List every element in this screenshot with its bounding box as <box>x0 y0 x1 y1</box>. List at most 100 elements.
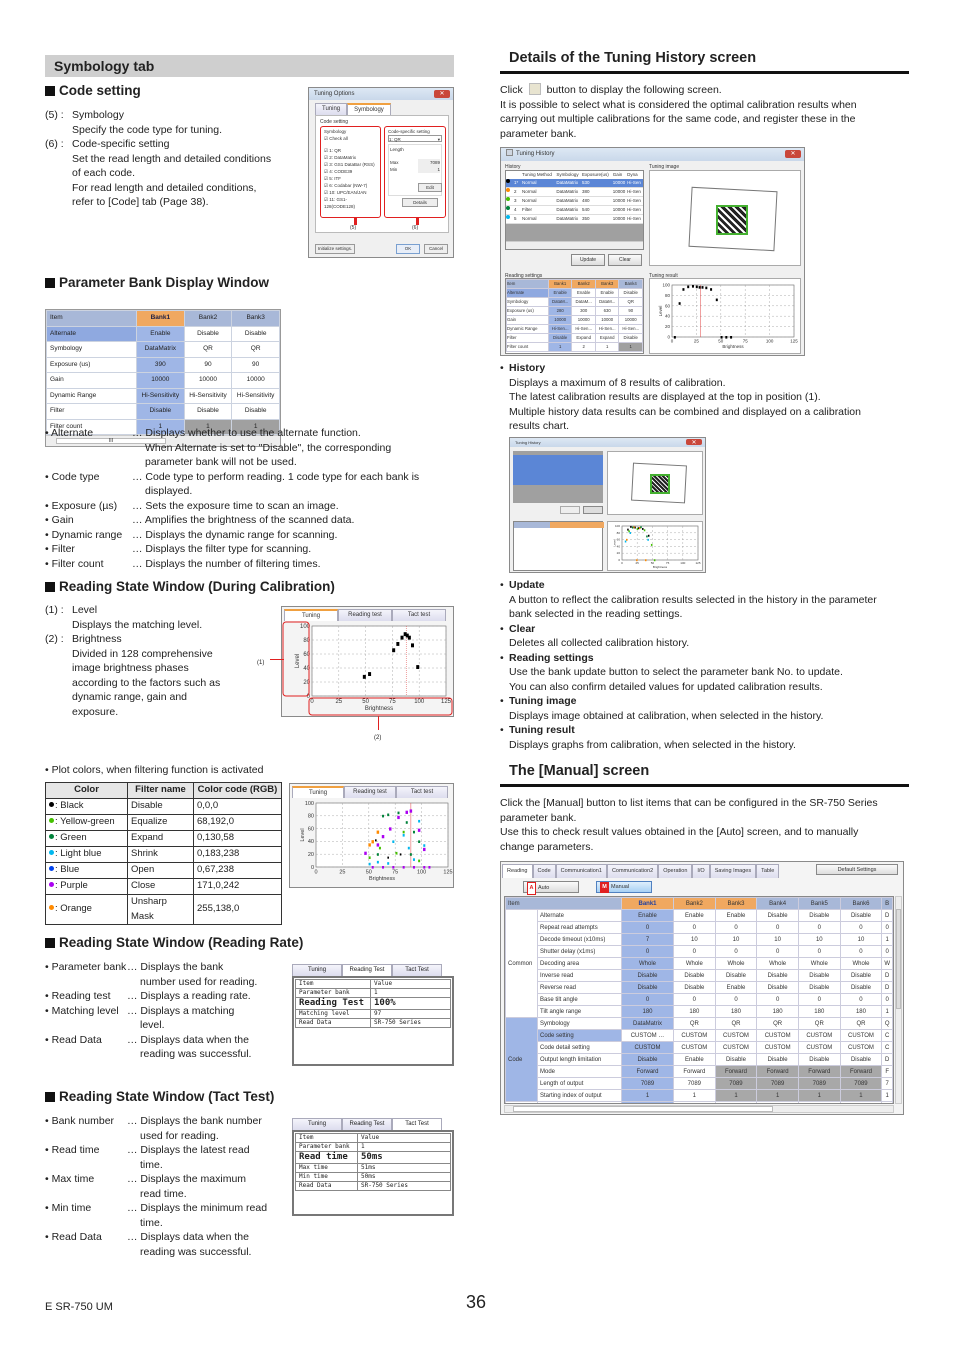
plot-area <box>671 284 795 338</box>
data-point <box>376 860 379 864</box>
plot-area <box>621 525 699 561</box>
close-icon[interactable]: ✕ <box>785 150 801 158</box>
tab-table[interactable]: Table <box>756 864 780 878</box>
y-tick-label: 20 <box>303 680 310 686</box>
data-point <box>682 288 685 291</box>
tab-i-o[interactable]: I/O <box>692 864 710 878</box>
x-tick-label: 25 <box>636 561 640 565</box>
check-all-checkbox[interactable]: ☑ Check all <box>324 135 377 142</box>
code-checkbox[interactable]: ☑ 1: QR <box>324 147 377 154</box>
data-point <box>647 538 649 541</box>
column-bank2[interactable]: Bank2 <box>673 897 716 910</box>
vertical-scrollbar[interactable] <box>895 896 902 1104</box>
tact-test-table: Item Value Parameter bank 1 Read time 50ms … <box>295 1133 451 1191</box>
data-point <box>678 302 681 305</box>
x-axis-label: Brightness <box>365 706 393 712</box>
horizontal-scrollbar[interactable] <box>506 241 643 249</box>
tab-communication2[interactable]: Communication2 <box>606 864 659 878</box>
column-bank1[interactable]: Bank1 <box>621 897 674 910</box>
data-point <box>405 821 408 824</box>
tab-reading[interactable]: Reading <box>502 864 533 878</box>
tab-operation[interactable]: Operation <box>658 864 693 878</box>
calibration-scatter-chart: 1008060402000 25 50 75 100 125LevelBrightness <box>282 621 453 716</box>
data-point <box>412 866 415 869</box>
tab-code[interactable]: Code <box>532 864 556 878</box>
auto-button[interactable]: A Auto <box>523 881 579 895</box>
square-bullet-icon <box>45 278 55 288</box>
tab-saving-images[interactable]: Saving Images <box>709 864 757 878</box>
tab-communication1[interactable]: Communication1 <box>555 864 607 878</box>
data-point <box>705 286 708 290</box>
history-row[interactable]: 1* Normal DataMatrix 530 10000 Hi-Sen <box>506 179 643 188</box>
code-checkbox[interactable]: ☑ 10: UPC/EAN/JAN <box>324 189 377 196</box>
color-dot-icon <box>49 866 54 872</box>
data-point <box>407 846 410 850</box>
data-point <box>628 530 630 533</box>
data-point <box>382 814 385 818</box>
data-point <box>402 866 405 869</box>
column-bank4[interactable]: Bank4 <box>756 897 799 910</box>
code-checkbox[interactable]: ☑ 5: ITF <box>324 175 377 182</box>
square-bullet-icon <box>45 1092 55 1102</box>
details-button[interactable]: Details <box>402 198 438 207</box>
y-tick-label: 80 <box>303 638 310 644</box>
tab-symbology[interactable]: Symbology <box>347 103 391 115</box>
history-color-dot-icon <box>506 206 510 210</box>
table-row: Code Symbology DataMatrix QR QR QR QR QR Q <box>505 1017 893 1102</box>
tab-tuning[interactable]: Tuning <box>315 103 348 115</box>
manual-button[interactable]: M Manual <box>596 881 652 893</box>
update-button[interactable]: Update <box>571 254 605 266</box>
heading-code-setting: Code setting <box>45 83 141 99</box>
x-axis-label: Brightness <box>653 565 668 569</box>
table-row: Alternate Enable Disable Disable <box>46 325 280 342</box>
code-checkbox[interactable]: ☑ 11: GS1-128(CODE128) <box>324 196 377 210</box>
manual-parameter-table: Item Bank1 Bank2 Bank3 Bank4 Bank5 Bank6 B Commo… <box>505 897 893 1103</box>
data-point <box>631 526 634 529</box>
table-row: Inverse read Disable Disable Disable Disable… <box>506 969 893 982</box>
min-length-field[interactable]: 1 <box>418 166 440 173</box>
ok-button[interactable]: OK <box>396 244 420 254</box>
column-bank6[interactable]: Bank6 <box>839 897 883 910</box>
table-row: : Black Disable 0,0,0 <box>45 798 282 815</box>
history-row[interactable]: 5 Normal DataMatrix 350 10000 Hi-Sen <box>506 214 643 224</box>
table-row: Length of output 7089 7089 7089 7089 7089 7089… <box>506 1077 893 1090</box>
table-row: Repeat read attempts 0 0 0 0 0 0 0 <box>506 921 893 934</box>
table-row: Filter Disable Disable Disable <box>46 403 280 420</box>
history-row[interactable]: 3 Normal DataMatrix 480 10000 Hi-Sen <box>506 196 643 206</box>
group-label: Code <box>505 1017 538 1102</box>
data-point <box>368 843 371 847</box>
data-point <box>423 844 426 847</box>
y-tick-label: 80 <box>617 531 621 535</box>
y-tick-label: 100 <box>305 801 314 807</box>
data-point <box>624 540 627 543</box>
initialize-settings-button[interactable]: Initialize settings. <box>315 244 355 254</box>
param-bank-descriptions: • Alternate… Displays whether to use the… <box>45 427 420 570</box>
color-dot-icon <box>49 818 54 824</box>
code-checkbox[interactable]: ☑ 3: GS1 DataBar (RSS) <box>324 161 377 168</box>
x-tick-label: 0 <box>621 561 623 565</box>
default-settings-button[interactable]: Default Settings <box>816 864 898 875</box>
x-tick-label: 75 <box>392 870 398 876</box>
clear-button[interactable]: Clear <box>608 254 642 266</box>
cancel-button[interactable]: Cancel <box>424 244 448 254</box>
edit-button[interactable]: Edit <box>418 183 442 192</box>
horizontal-scrollbar[interactable] <box>504 1105 894 1113</box>
column-bank5[interactable]: Bank5 <box>797 897 841 910</box>
code-checkbox[interactable]: ☑ 6: Codabar (NW-7) <box>324 182 377 189</box>
data-point <box>725 336 728 339</box>
y-tick-label: 40 <box>665 314 671 319</box>
code-checkbox[interactable]: ☑ 2: DataMatrix <box>324 154 377 161</box>
data-point <box>396 642 400 646</box>
x-tick-label: 50 <box>718 339 724 344</box>
history-row[interactable]: 2 Normal DataMatrix 380 10000 Hi-Sen <box>506 187 643 197</box>
table-row: Tilt angle range 180 180 180 180 180 180 1 <box>506 1005 893 1018</box>
code-select[interactable]: 1: QR ▾ <box>388 135 442 142</box>
column-bank3[interactable]: Bank3 <box>714 897 758 910</box>
history-row[interactable]: 4 Filter DataMatrix 540 10000 Hi-Sen <box>506 205 643 215</box>
max-length-field[interactable]: 7089 <box>418 159 440 166</box>
close-icon[interactable]: ✕ <box>434 90 450 98</box>
code-checkbox[interactable]: ☑ 4: CODE39 <box>324 168 377 175</box>
column-bank1[interactable]: Bank1 <box>136 310 185 327</box>
data-point <box>381 835 385 839</box>
history-window-icon <box>506 149 513 156</box>
